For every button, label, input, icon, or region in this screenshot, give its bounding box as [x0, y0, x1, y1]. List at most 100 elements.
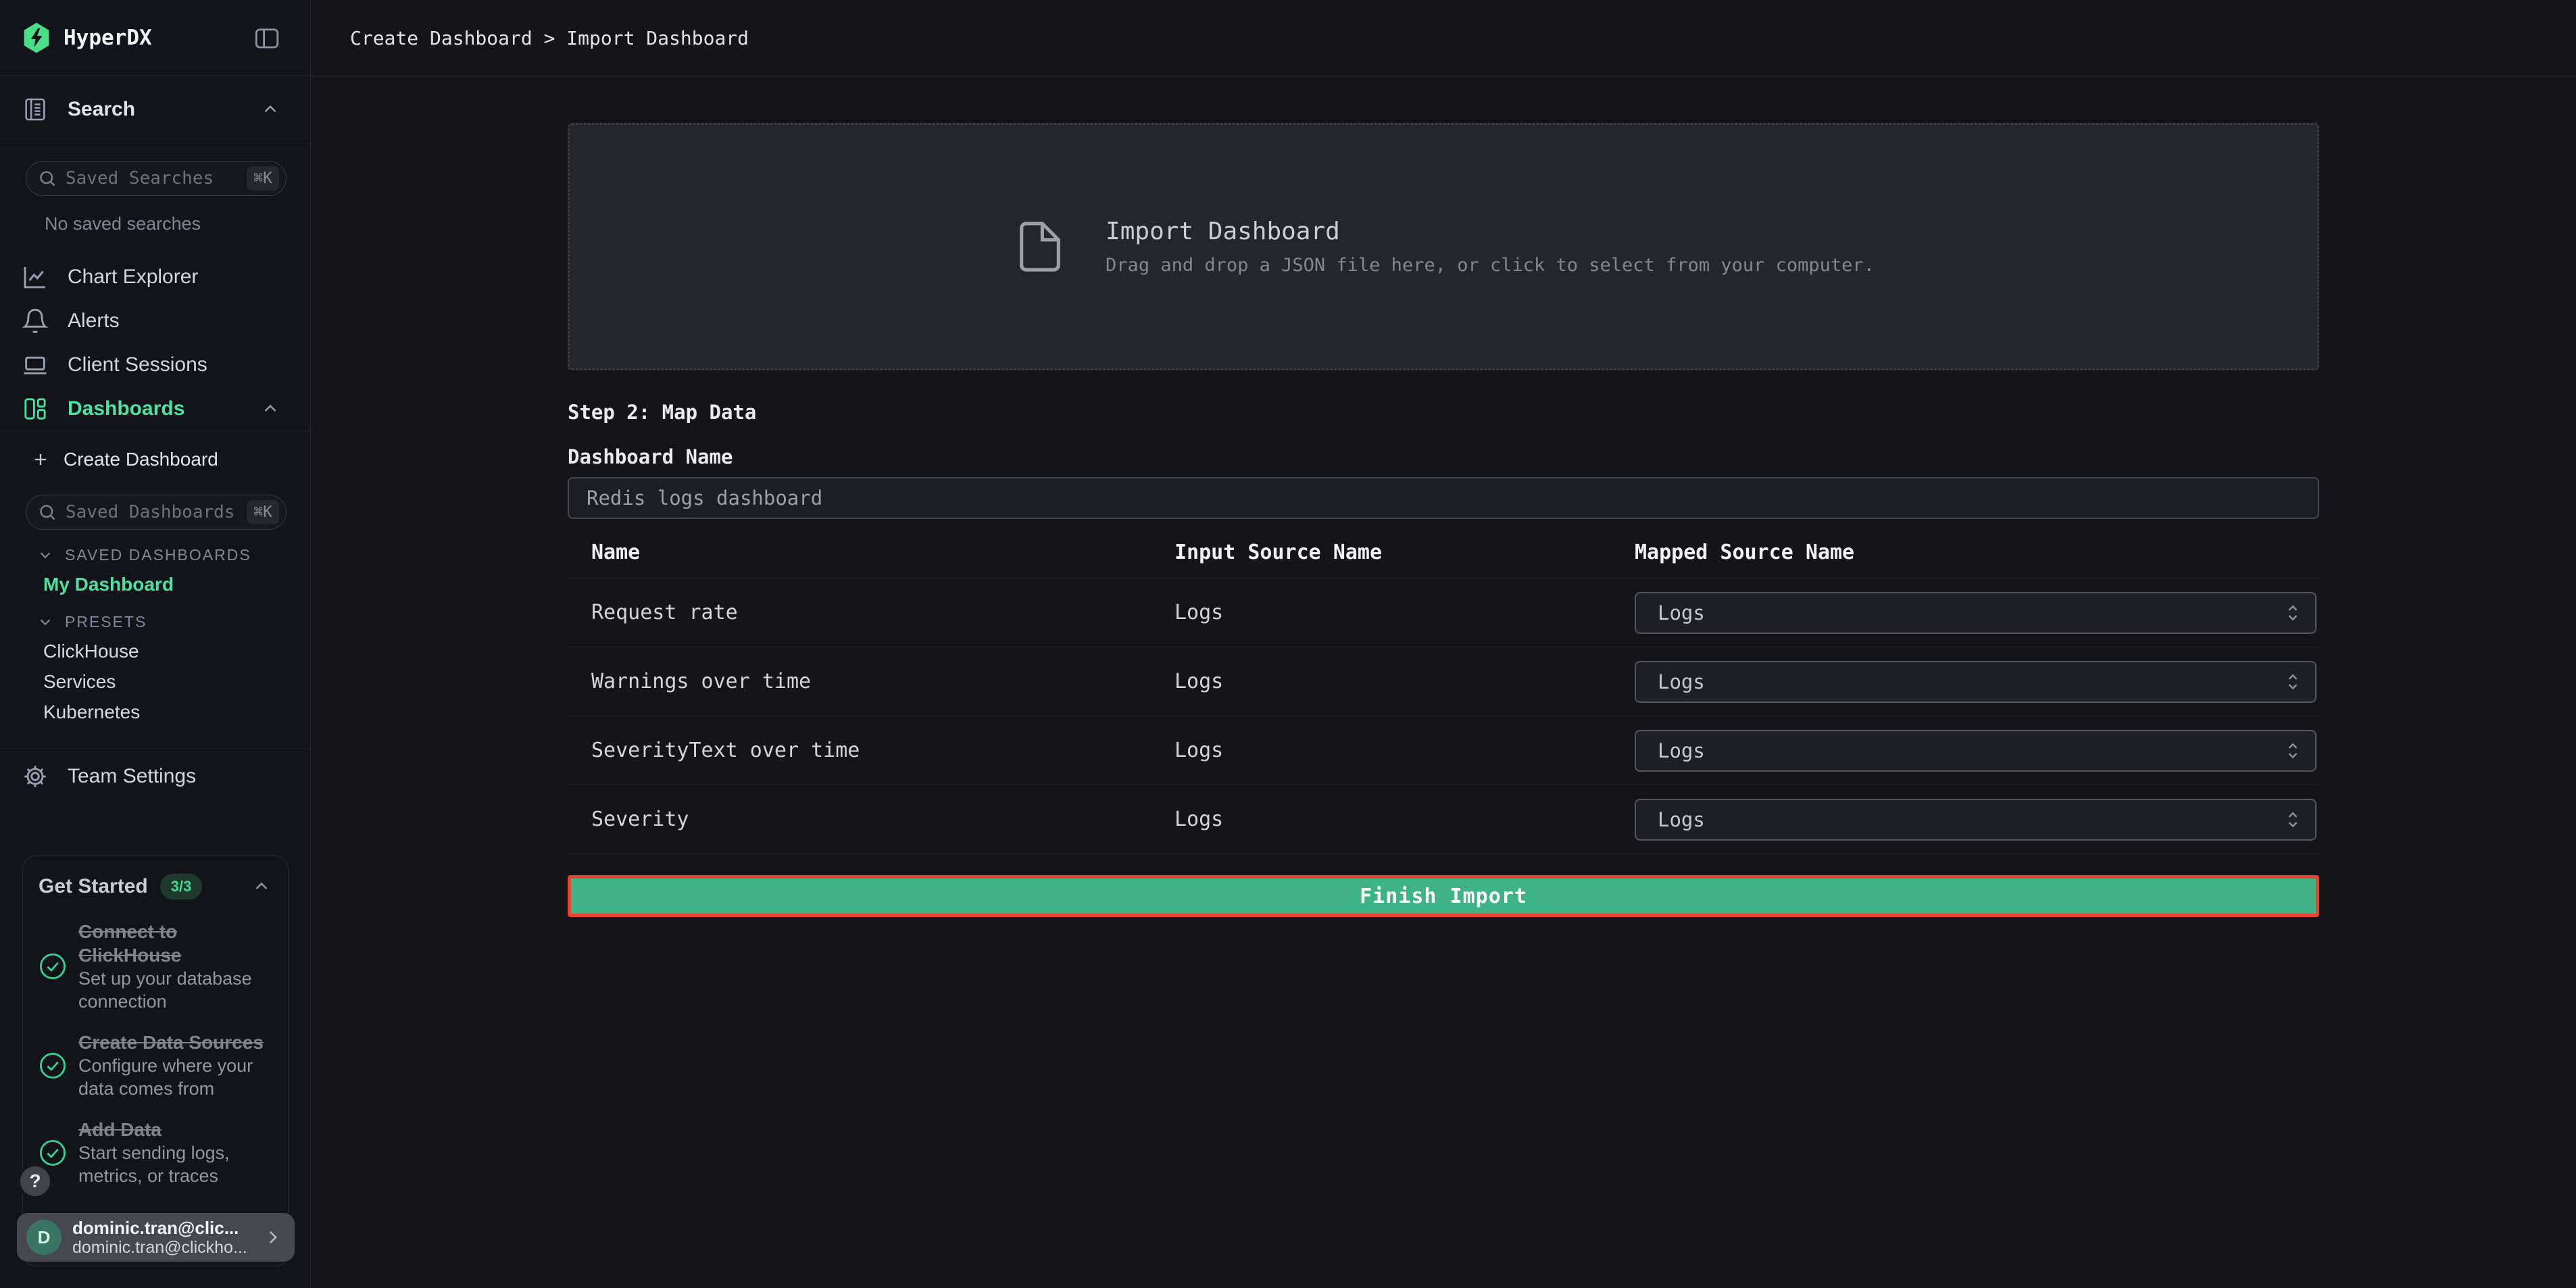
sidebar-item-alerts[interactable]: Alerts	[0, 299, 310, 343]
column-header-name: Name	[568, 541, 1151, 564]
laptop-icon	[22, 351, 49, 378]
sidebar-item-clickhouse[interactable]: ClickHouse	[0, 636, 310, 666]
check-circle-icon	[38, 1138, 68, 1168]
cell-name: Request rate	[568, 601, 1151, 624]
cell-input-source: Logs	[1151, 601, 1611, 624]
presets-header-label: PRESETS	[65, 613, 147, 631]
chevron-down-icon	[36, 546, 54, 564]
sidebar-item-label: Dashboards	[68, 397, 184, 420]
sidebar-item-label: Alerts	[68, 309, 120, 332]
saved-searches-input[interactable]	[57, 168, 247, 189]
get-started-item-text: Add Data Start sending logs, metrics, or…	[78, 1118, 270, 1187]
column-header-mapped-source: Mapped Source Name	[1611, 541, 2319, 564]
sidebar-item-services[interactable]: Services	[0, 666, 310, 697]
breadcrumb[interactable]: Create Dashboard > Import Dashboard	[350, 27, 749, 49]
user-info: dominic.tran@clic... dominic.tran@clickh…	[72, 1218, 251, 1257]
cell-input-source: Logs	[1151, 670, 1611, 693]
cell-name: Warnings over time	[568, 670, 1151, 693]
dashboard-name-input[interactable]	[568, 477, 2319, 519]
cell-input-source: Logs	[1151, 808, 1611, 831]
select-chevrons-icon	[2285, 670, 2300, 694]
user-email: dominic.tran@clickho...	[72, 1238, 251, 1257]
layout-grid-icon	[22, 395, 49, 422]
select-value: Logs	[1658, 601, 1705, 624]
plus-icon	[31, 450, 50, 469]
get-started-item-sources[interactable]: Create Data Sources Configure where your…	[38, 1031, 270, 1100]
dropzone-text: Import Dashboard Drag and drop a JSON fi…	[1106, 218, 1875, 276]
saved-dashboards-group-header[interactable]: SAVED DASHBOARDS	[0, 541, 310, 569]
sidebar-item-my-dashboard[interactable]: My Dashboard	[0, 569, 310, 599]
topbar: Create Dashboard > Import Dashboard	[311, 0, 2576, 77]
sidebar-item-kubernetes[interactable]: Kubernetes	[0, 697, 310, 727]
create-dashboard-button[interactable]: Create Dashboard	[0, 438, 310, 481]
get-started-item-add-data[interactable]: Add Data Start sending logs, metrics, or…	[38, 1118, 270, 1187]
chevron-up-icon[interactable]	[251, 876, 272, 897]
get-started-item-connect[interactable]: Connect to ClickHouse Set up your databa…	[38, 920, 270, 1013]
check-circle-icon	[38, 951, 68, 981]
cell-input-source: Logs	[1151, 739, 1611, 762]
sidebar-item-client-sessions[interactable]: Client Sessions	[0, 343, 310, 387]
get-started-item-text: Create Data Sources Configure where your…	[78, 1031, 270, 1100]
search-icon	[37, 168, 57, 189]
get-started-item-title: Add Data	[78, 1118, 270, 1141]
get-started-item-text: Connect to ClickHouse Set up your databa…	[78, 920, 270, 1013]
mapped-source-select[interactable]: Logs	[1635, 730, 2317, 772]
sidebar-section-search[interactable]: Search	[0, 76, 310, 143]
sidebar-item-label: Client Sessions	[68, 353, 207, 376]
table-header: Name Input Source Name Mapped Source Nam…	[568, 541, 2319, 578]
sidebar-item-chart-explorer[interactable]: Chart Explorer	[0, 255, 310, 299]
saved-searches-search[interactable]: ⌘K	[26, 161, 287, 196]
sidebar-item-dashboards[interactable]: Dashboards	[0, 387, 310, 430]
sidebar: HyperDX Search ⌘K	[0, 0, 311, 1288]
import-dashboard-content: Import Dashboard Drag and drop a JSON fi…	[568, 77, 2319, 917]
user-name: dominic.tran@clic...	[72, 1218, 251, 1238]
user-menu[interactable]: D dominic.tran@clic... dominic.tran@clic…	[17, 1213, 295, 1262]
presets-group-header[interactable]: PRESETS	[0, 608, 310, 636]
mapped-source-select[interactable]: Logs	[1635, 799, 2317, 841]
table-row: Warnings over time Logs Logs	[568, 647, 2319, 716]
select-value: Logs	[1658, 808, 1705, 831]
mapped-source-select[interactable]: Logs	[1635, 661, 2317, 703]
column-header-input-source: Input Source Name	[1151, 541, 1611, 564]
get-started-item-subtitle: Start sending logs, metrics, or traces	[78, 1141, 270, 1187]
mapping-table: Name Input Source Name Mapped Source Nam…	[568, 541, 2319, 854]
saved-dashboards-search[interactable]: ⌘K	[26, 495, 287, 530]
dashboard-name-label: Dashboard Name	[568, 445, 2319, 469]
json-dropzone[interactable]: Import Dashboard Drag and drop a JSON fi…	[568, 123, 2319, 370]
saved-dashboards-input[interactable]	[57, 502, 247, 522]
help-button[interactable]: ?	[17, 1163, 53, 1199]
journal-icon	[22, 96, 49, 123]
step-label: Step 2: Map Data	[568, 400, 2319, 424]
get-started-item-subtitle: Set up your database connection	[78, 967, 270, 1013]
select-chevrons-icon	[2285, 601, 2300, 625]
get-started-title: Get Started	[39, 875, 148, 898]
table-row: Request rate Logs Logs	[568, 578, 2319, 647]
gear-icon	[22, 763, 49, 790]
create-dashboard-label: Create Dashboard	[64, 449, 218, 470]
get-started-item-title: Connect to ClickHouse	[78, 920, 270, 967]
brand-title: HyperDX	[64, 26, 152, 50]
hyperdx-logo-icon	[22, 22, 51, 54]
finish-import-button[interactable]: Finish Import	[568, 875, 2319, 917]
sidebar-item-team-settings[interactable]: Team Settings	[0, 749, 310, 803]
logo-row: HyperDX	[0, 0, 310, 76]
table-row: SeverityText over time Logs Logs	[568, 716, 2319, 785]
shortcut-badge: ⌘K	[247, 166, 279, 191]
mapped-source-select[interactable]: Logs	[1635, 592, 2317, 634]
select-value: Logs	[1658, 739, 1705, 762]
search-section-label: Search	[68, 98, 135, 121]
search-icon	[37, 502, 57, 522]
sidebar-collapse-button[interactable]	[252, 24, 282, 52]
team-settings-label: Team Settings	[68, 765, 196, 788]
no-saved-searches-text: No saved searches	[45, 214, 287, 234]
cell-name: SeverityText over time	[568, 739, 1151, 762]
dropzone-title: Import Dashboard	[1106, 218, 1875, 245]
get-started-card: Get Started 3/3 Connect to ClickHouse Se…	[22, 856, 289, 1266]
cell-name: Severity	[568, 808, 1151, 831]
avatar: D	[26, 1220, 61, 1255]
table-row: Severity Logs Logs	[568, 785, 2319, 854]
get-started-item-subtitle: Configure where your data comes from	[78, 1054, 270, 1100]
get-started-header[interactable]: Get Started 3/3	[23, 856, 288, 899]
get-started-item-title: Create Data Sources	[78, 1031, 270, 1054]
dropzone-subtitle: Drag and drop a JSON file here, or click…	[1106, 255, 1875, 276]
